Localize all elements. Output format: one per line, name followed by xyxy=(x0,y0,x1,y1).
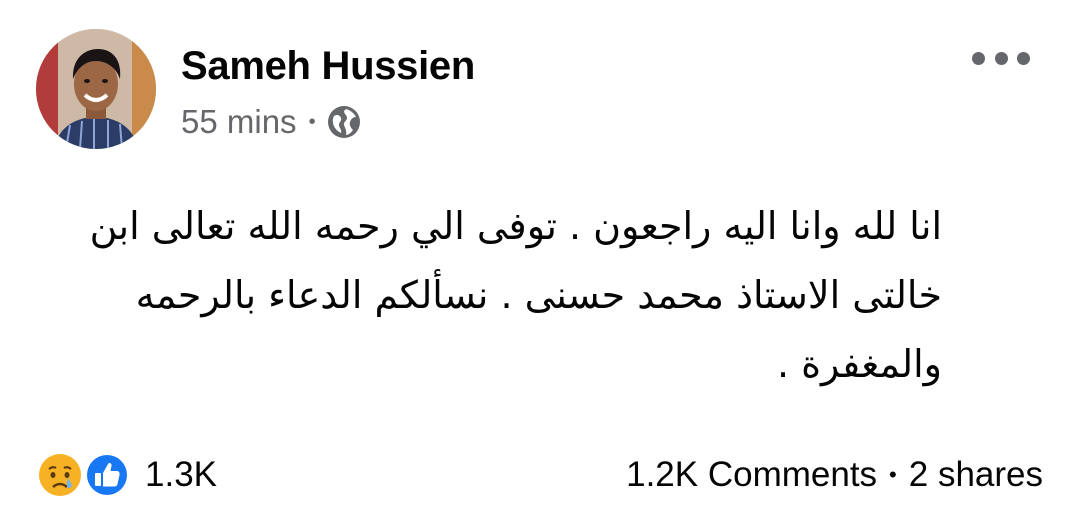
like-reaction-icon xyxy=(84,452,130,498)
post-body-text: انا لله وانا اليه راجعون . توفى الي رحمه… xyxy=(89,204,942,386)
post-meta: 55 mins • xyxy=(181,101,362,143)
more-dot xyxy=(994,51,1008,65)
reaction-count: 1.3K xyxy=(145,455,217,494)
post-timestamp[interactable]: 55 mins xyxy=(181,103,297,141)
more-options-icon[interactable] xyxy=(972,40,1030,76)
more-dot xyxy=(972,51,985,65)
stats-separator: • xyxy=(889,462,897,487)
reaction-icons xyxy=(35,450,135,500)
post-stats: 1.2K Comments • 2 shares xyxy=(626,450,1043,500)
sad-reaction-icon xyxy=(36,451,84,499)
reactions-summary[interactable]: 1.3K xyxy=(35,450,217,500)
shares-count-link[interactable]: 2 shares xyxy=(909,455,1043,495)
meta-separator: • xyxy=(308,111,316,133)
more-dot xyxy=(1017,51,1030,65)
globe-icon[interactable] xyxy=(326,104,362,140)
comments-count-link[interactable]: 1.2K Comments xyxy=(626,455,877,495)
author-avatar[interactable] xyxy=(36,29,156,149)
author-name[interactable]: Sameh Hussien xyxy=(181,44,475,89)
